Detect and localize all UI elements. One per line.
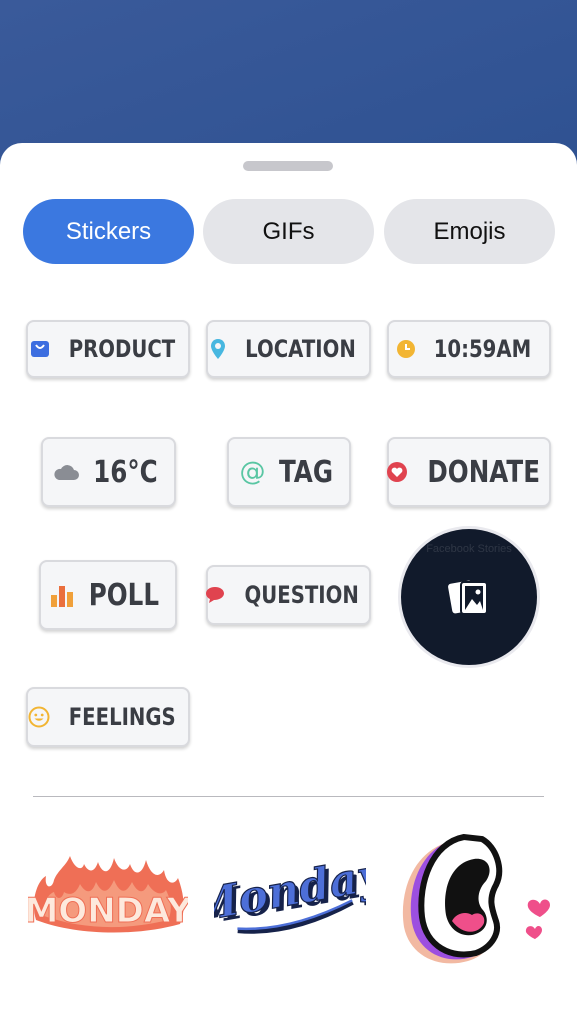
time-label: 10:59AM xyxy=(433,335,532,363)
poll-label: POLL xyxy=(88,577,159,613)
cloud-icon xyxy=(54,465,79,480)
question-sticker[interactable]: QUESTION xyxy=(206,565,371,625)
shouting-mouth-sticker[interactable] xyxy=(392,829,552,974)
feelings-sticker[interactable]: FEELINGS xyxy=(26,687,190,747)
location-label: LOCATION xyxy=(244,335,356,363)
bag-icon xyxy=(30,341,49,357)
at-icon: @ xyxy=(239,457,266,487)
sticker-sheet: Stickers GIFs Emojis PRODUCT LOCATION 10… xyxy=(0,143,577,1024)
donate-sticker[interactable]: DONATE xyxy=(386,437,551,507)
heart-donate-icon xyxy=(386,462,407,482)
section-divider xyxy=(33,796,544,797)
speech-bubble-icon xyxy=(206,587,225,603)
smiley-icon xyxy=(28,706,50,728)
feelings-label: FEELINGS xyxy=(68,703,176,731)
photos-icon xyxy=(448,580,488,615)
drag-handle[interactable] xyxy=(243,161,333,171)
monday-flames-sticker[interactable]: MONDAY xyxy=(28,850,188,940)
tab-gifs[interactable]: GIFs xyxy=(203,199,374,264)
tab-stickers[interactable]: Stickers xyxy=(23,199,194,264)
bar-chart-icon xyxy=(50,586,73,607)
clock-icon xyxy=(397,340,416,358)
monday-flames-text: MONDAY xyxy=(28,891,188,931)
weather-label: 16°C xyxy=(92,454,158,490)
tag-label: TAG xyxy=(278,454,333,490)
product-label: PRODUCT xyxy=(68,335,175,363)
tag-sticker[interactable]: @ TAG xyxy=(227,437,351,507)
monday-script-sticker[interactable]: Monday Monday xyxy=(214,843,366,943)
poll-sticker[interactable]: POLL xyxy=(39,560,177,630)
location-pin-icon xyxy=(210,339,225,359)
tab-emojis[interactable]: Emojis xyxy=(384,199,555,264)
weather-sticker[interactable]: 16°C xyxy=(41,437,176,507)
question-label: QUESTION xyxy=(244,581,360,609)
photo-sticker-button[interactable]: Facebook Stories xyxy=(398,526,540,668)
donate-label: DONATE xyxy=(427,454,540,490)
product-sticker[interactable]: PRODUCT xyxy=(26,320,190,378)
monday-script-text: Monday xyxy=(214,848,366,933)
faint-caption: Facebook Stories xyxy=(426,543,512,555)
time-sticker[interactable]: 10:59AM xyxy=(387,320,551,378)
location-sticker[interactable]: LOCATION xyxy=(206,320,371,378)
